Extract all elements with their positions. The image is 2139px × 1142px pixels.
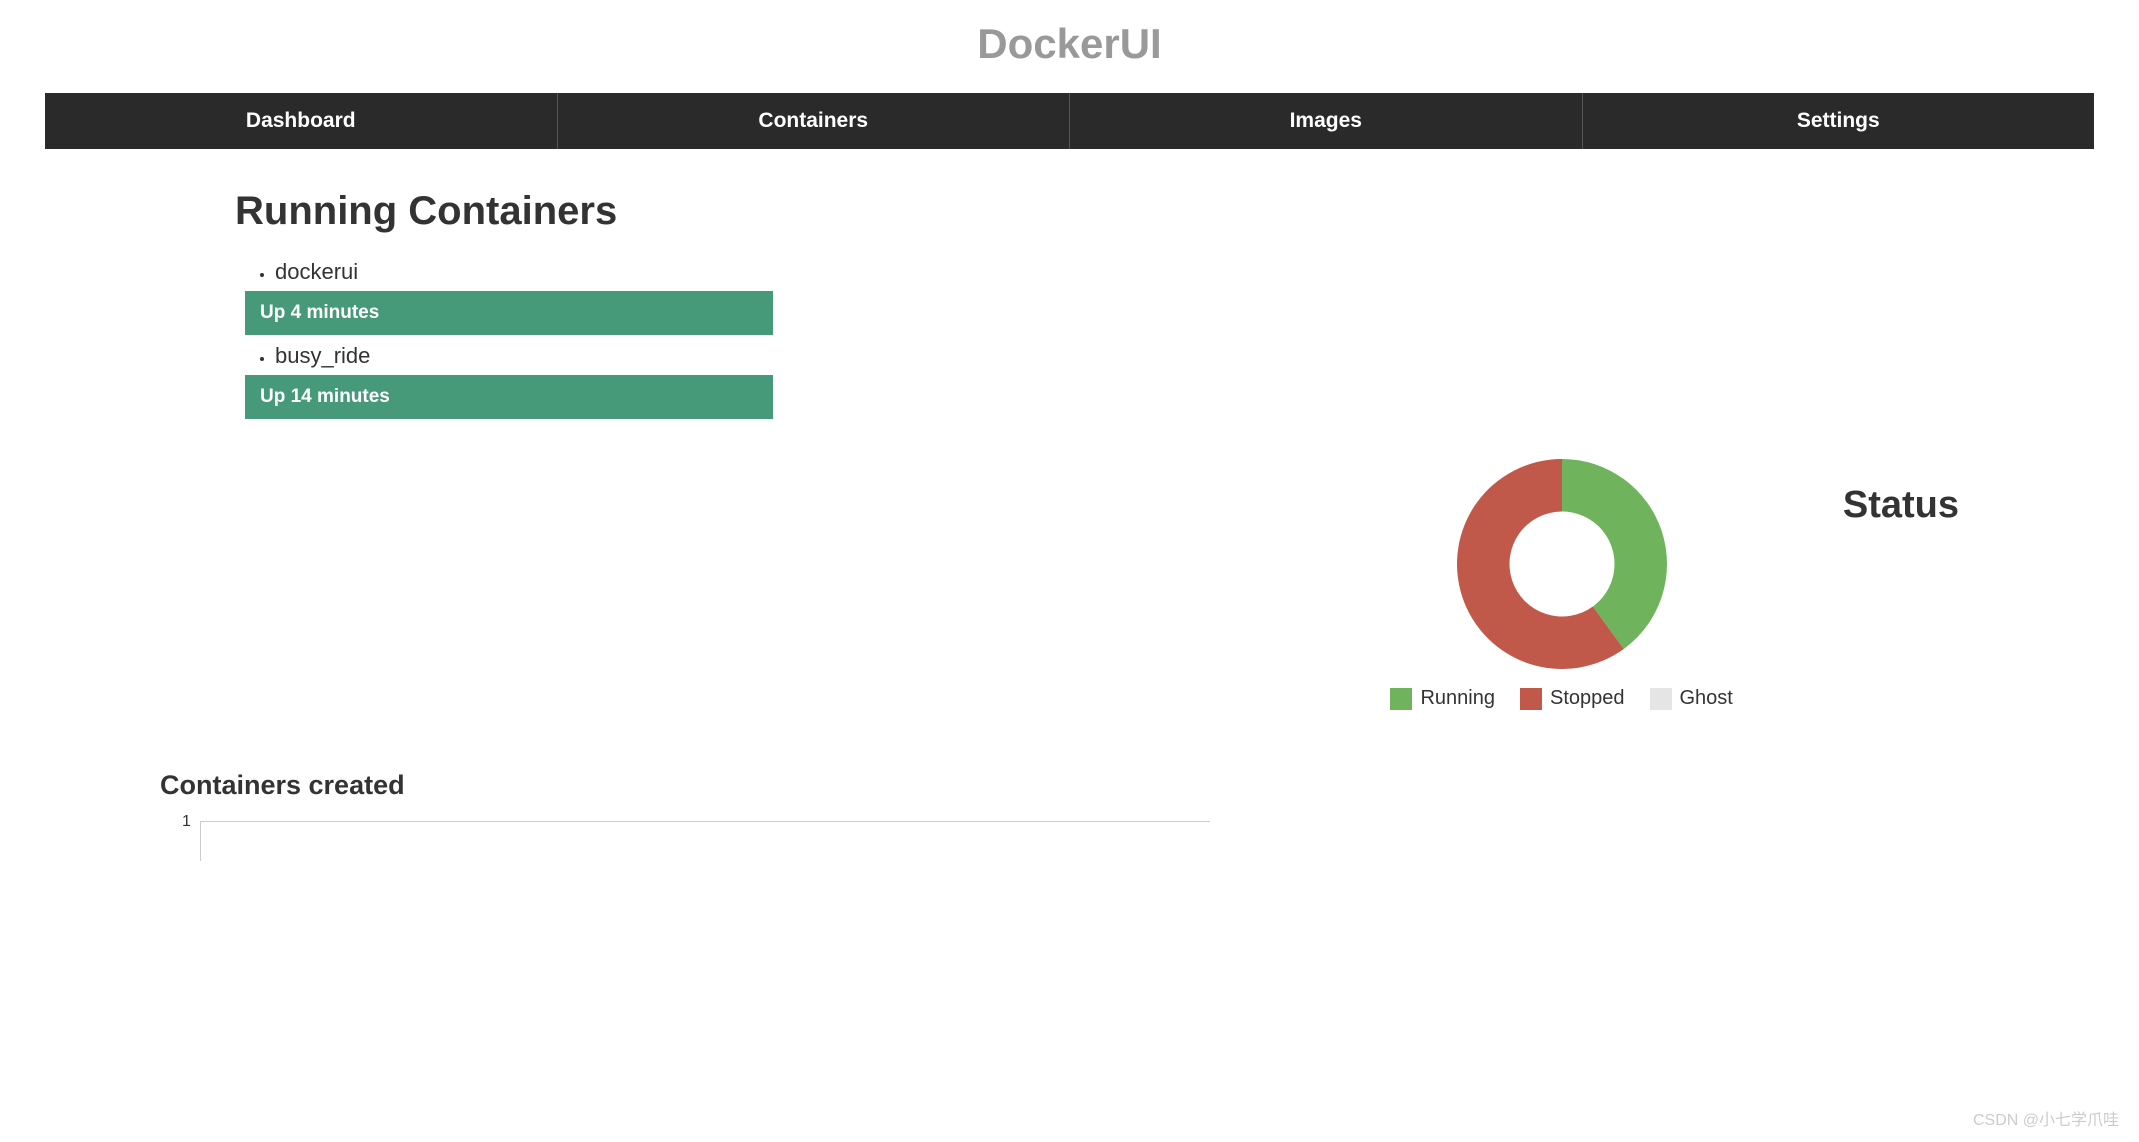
nav-bar: Dashboard Containers Images Settings [45,93,2094,149]
legend-label-ghost: Ghost [1680,687,1733,710]
nav-images[interactable]: Images [1070,93,1583,149]
container-item: dockerui Up 4 minutes [275,259,805,335]
main-content: Running Containers dockerui Up 4 minutes… [0,149,2139,871]
container-item: busy_ride Up 14 minutes [275,343,805,419]
nav-containers[interactable]: Containers [558,93,1071,149]
containers-created-title: Containers created [160,770,1979,801]
legend-color-stopped [1520,688,1542,710]
container-name[interactable]: dockerui [275,259,805,285]
status-legend: Running Stopped Ghost [1390,687,1732,710]
container-list: dockerui Up 4 minutes busy_ride Up 14 mi… [275,259,805,419]
nav-dashboard[interactable]: Dashboard [45,93,558,149]
legend-label-stopped: Stopped [1550,687,1625,710]
legend-color-running [1390,688,1412,710]
legend-running: Running [1390,687,1495,710]
legend-stopped: Stopped [1520,687,1625,710]
chart-axis [200,821,1210,861]
app-title: DockerUI [0,0,2139,93]
running-containers-title: Running Containers [235,189,1979,234]
nav-settings[interactable]: Settings [1583,93,2095,149]
created-chart-area: 1 [200,821,1979,871]
legend-ghost: Ghost [1650,687,1733,710]
container-name[interactable]: busy_ride [275,343,805,369]
legend-color-ghost [1650,688,1672,710]
containers-created-section: Containers created 1 [160,770,1979,871]
donut-container: Running Stopped Ghost [1390,459,1732,710]
status-section: Running Stopped Ghost Status [160,459,1979,710]
legend-label-running: Running [1420,687,1495,710]
status-donut-chart [1457,459,1667,669]
y-axis-tick: 1 [182,813,191,831]
status-title: Status [1843,484,1959,527]
container-status-bar: Up 14 minutes [245,375,773,419]
container-status-bar: Up 4 minutes [245,291,773,335]
watermark: CSDN @小七学爪哇 [1973,1106,2119,1130]
